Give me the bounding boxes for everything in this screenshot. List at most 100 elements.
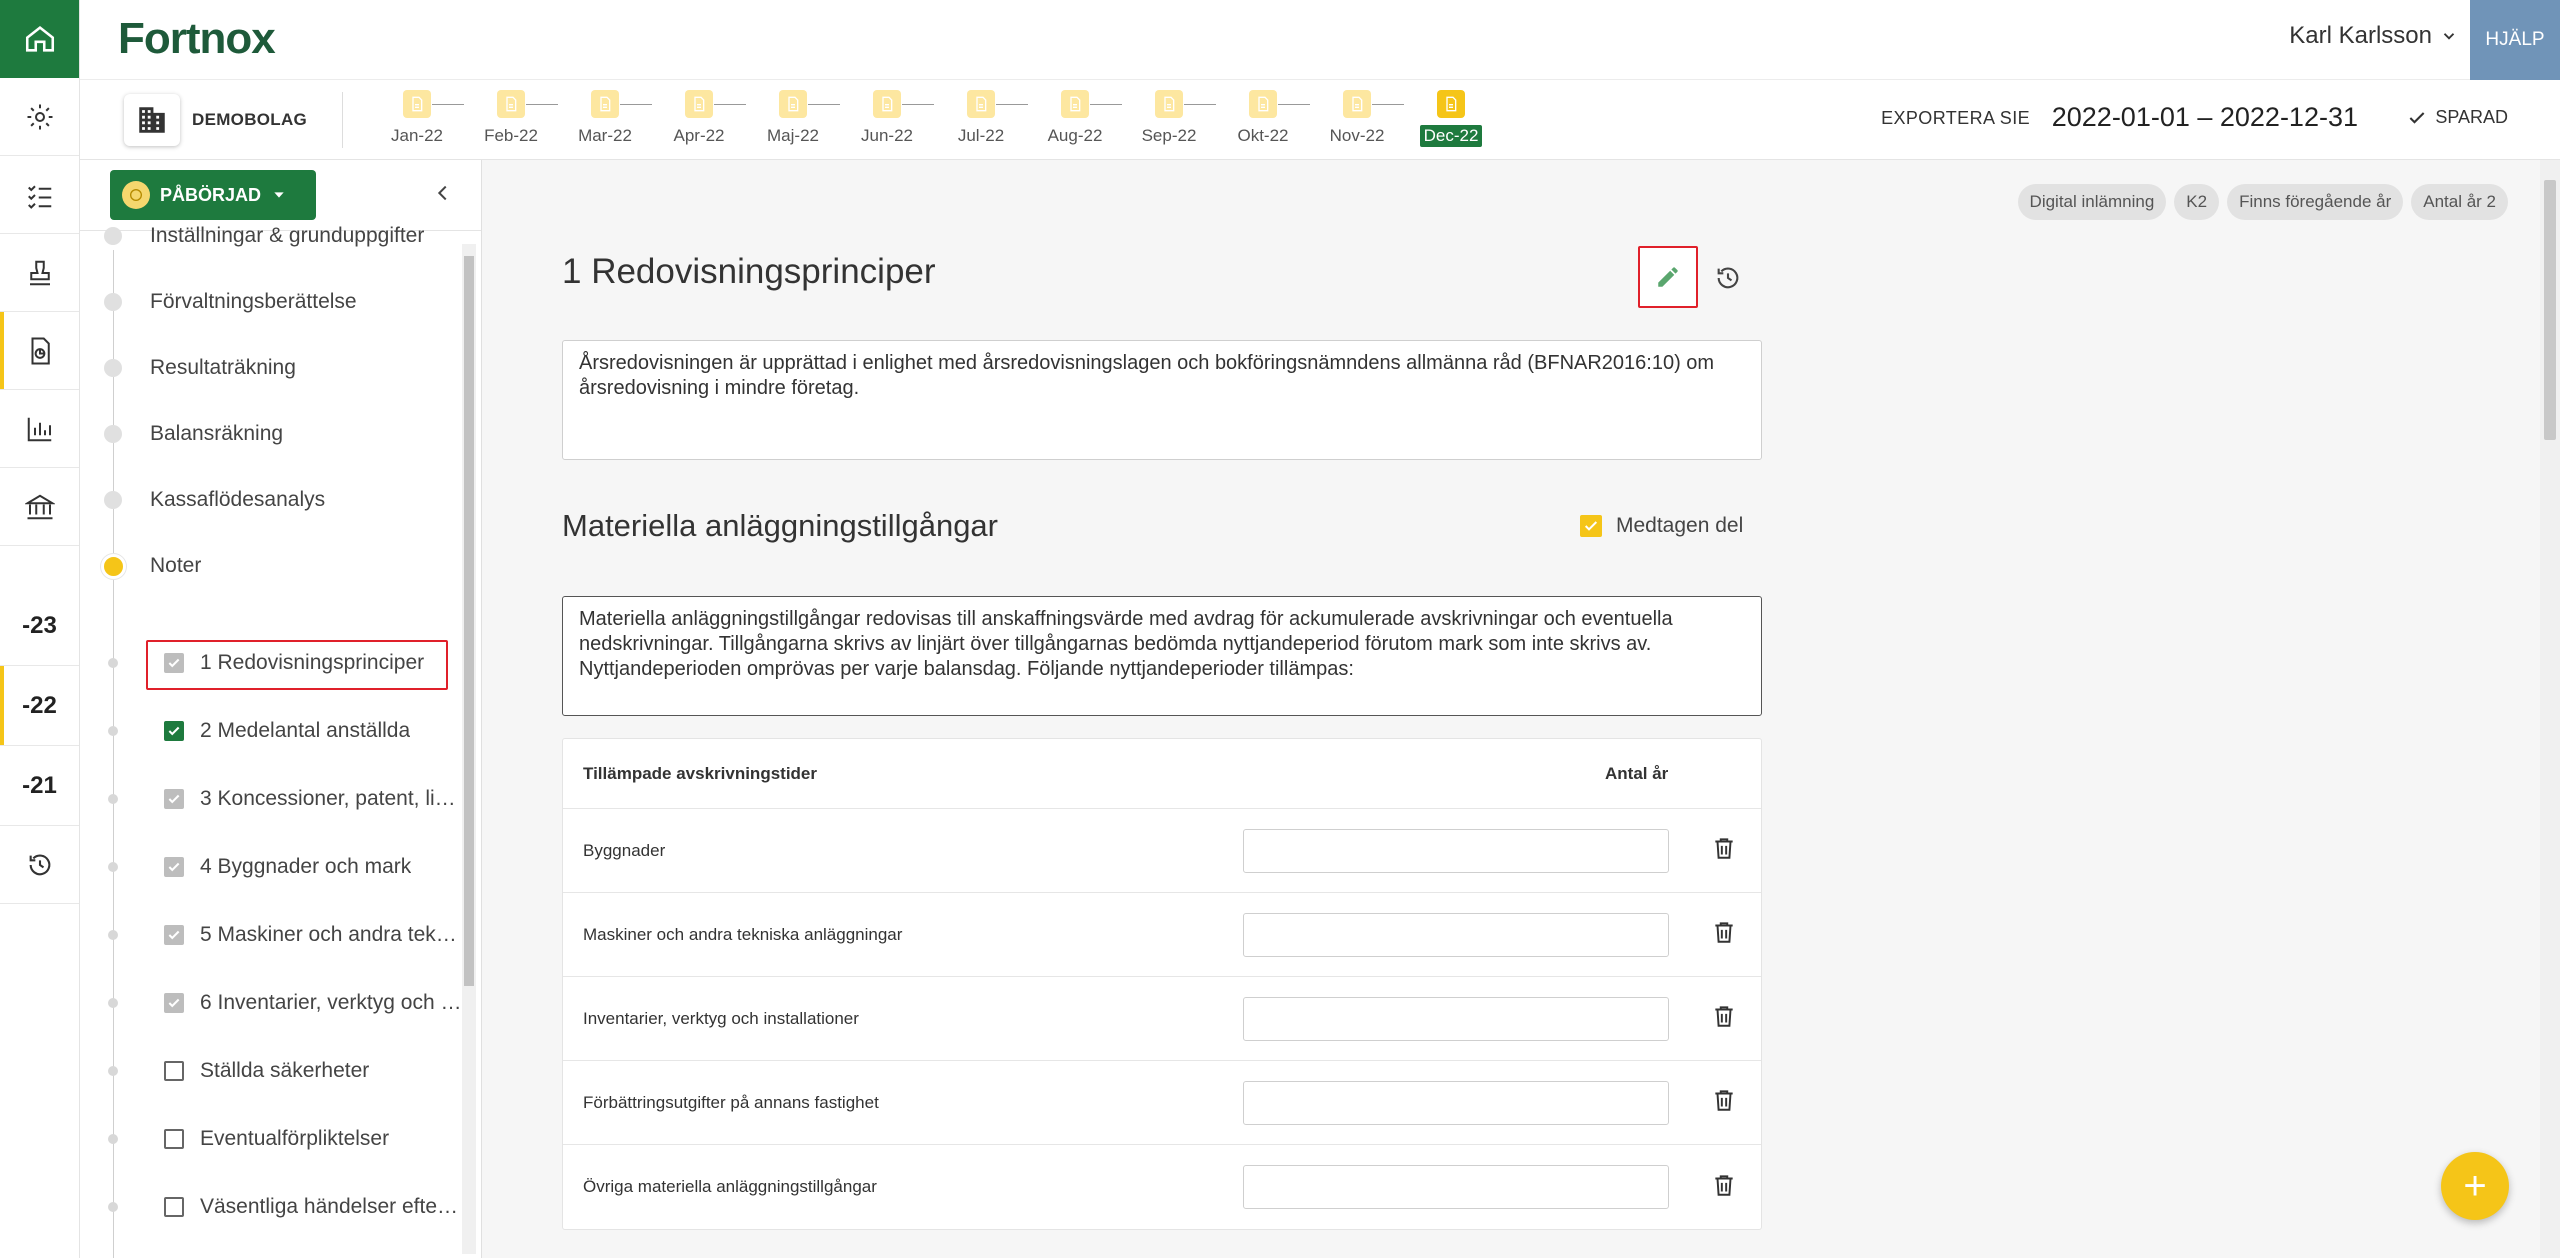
checklist-button[interactable] [0,156,79,234]
edit-button[interactable] [1638,246,1698,308]
years-input[interactable] [1243,912,1669,957]
sidebar-note-7[interactable]: Ställda säkerheter [80,1051,460,1091]
row-label: Förbättringsutgifter på annans fastighet [583,1092,879,1112]
table-body: Byggnader Maskiner och andra tekniska anl… [563,809,1761,1229]
settings-button[interactable] [0,78,79,156]
sidebar-scroll-thumb[interactable] [464,256,474,986]
month-aug-22[interactable]: Aug-22 [1028,90,1122,150]
note-checkbox[interactable] [164,1129,184,1149]
step-dot [108,862,118,872]
sidebar-item-2[interactable]: Resultaträkning [80,348,460,388]
month-feb-22[interactable]: Feb-22 [464,90,558,150]
caret-down-icon [274,192,284,198]
nav-timeline-line [113,250,114,1258]
sidebar-scrollbar[interactable] [462,244,476,1254]
sidebar-item-label: Förvaltningsberättelse [150,290,357,313]
month-jul-22[interactable]: Jul-22 [934,90,1028,150]
note-checkbox[interactable] [164,1061,184,1081]
add-fab-button[interactable]: + [2441,1152,2509,1220]
collapse-sidebar-button[interactable] [432,182,454,209]
fiscal-period[interactable]: 2022-01-01 – 2022-12-31 [2052,102,2358,133]
company-selector[interactable]: DEMOBOLAG [124,94,307,146]
user-menu[interactable]: Karl Karlsson [2289,22,2458,50]
month-okt-22[interactable]: Okt-22 [1216,90,1310,150]
delete-row-button[interactable] [1711,1003,1737,1034]
timeline-connector [1090,104,1122,105]
stamp-button[interactable] [0,234,79,312]
toolbar: DEMOBOLAG Jan-22 Feb-22 Mar-22 Apr-22 Maj-22… [80,80,2560,160]
year-label: -22 [22,691,57,719]
years-input[interactable] [1243,996,1669,1041]
note-checkbox[interactable] [164,993,184,1013]
note-checkbox[interactable] [164,789,184,809]
month-sep-22[interactable]: Sep-22 [1122,90,1216,150]
note-checkbox[interactable] [164,1197,184,1217]
sidebar-note-label: 5 Maskiner och andra tekniska anläggning… [200,923,462,946]
delete-row-button[interactable] [1711,1087,1737,1118]
sidebar-note-9[interactable]: Väsentliga händelser efter räkenskapsåre… [80,1187,462,1227]
step-dot [104,359,122,377]
year-21[interactable]: -21 [0,746,79,826]
export-sie-button[interactable]: EXPORTERA SIE [1881,108,2030,129]
step-dot [108,794,118,804]
note-checkbox[interactable] [164,857,184,877]
month-dec-22[interactable]: Dec-22 [1404,90,1498,150]
year-22[interactable]: -22 [0,666,79,746]
home-button[interactable] [0,0,79,78]
chart-button[interactable] [0,390,79,468]
status-label: PÅBÖRJAD [160,184,262,205]
chart-icon [27,417,51,441]
sidebar-note-4[interactable]: 4 Byggnader och mark [80,847,460,887]
month-jun-22[interactable]: Jun-22 [840,90,934,150]
note-checkbox[interactable] [164,925,184,945]
month-jan-22[interactable]: Jan-22 [370,90,464,150]
help-button[interactable]: HJÄLP [2470,0,2560,80]
sidebar-note-5[interactable]: 5 Maskiner och andra tekniska anläggning… [80,915,462,955]
bank-button[interactable] [0,468,79,546]
main-scroll-thumb[interactable] [2544,180,2556,440]
annual-report-button[interactable] [0,312,79,390]
checklist-icon [27,185,51,209]
step-dot [108,1134,118,1144]
month-apr-22[interactable]: Apr-22 [652,90,746,150]
sidebar-note-8[interactable]: Eventualförpliktelser [80,1119,460,1159]
principles-textarea[interactable]: Årsredovisningen är upprättad i enlighet… [562,340,1762,460]
years-input[interactable] [1243,1165,1669,1209]
sidebar-item-4[interactable]: Kassaflödesanalys [80,480,460,520]
sidebar-note-2[interactable]: 2 Medelantal anställda [80,711,460,751]
sidebar-note-6[interactable]: 6 Inventarier, verktyg och installatione… [80,983,462,1023]
year-23[interactable]: -23 [0,586,79,666]
document-icon [1343,90,1371,118]
row-label: Maskiner och andra tekniska anläggningar [583,924,903,944]
delete-row-button[interactable] [1711,835,1737,866]
month-label: Jul-22 [957,126,1005,145]
column-header: Tillämpade avskrivningstider [583,763,817,783]
sidebar-item-5[interactable]: Noter [80,546,460,586]
sidebar-item-label: Inställningar & grunduppgifter [150,224,425,247]
month-timeline: Jan-22 Feb-22 Mar-22 Apr-22 Maj-22 Jun-22 Jul-… [370,90,1498,150]
month-maj-22[interactable]: Maj-22 [746,90,840,150]
delete-row-button[interactable] [1711,1172,1737,1203]
sidebar-item-3[interactable]: Balansräkning [80,414,460,454]
history-icon [29,854,50,875]
status-dropdown[interactable]: PÅBÖRJAD [110,170,316,220]
sidebar-item-1[interactable]: Förvaltningsberättelse [80,282,460,322]
month-nov-22[interactable]: Nov-22 [1310,90,1404,150]
saved-status: SPARAD [2407,107,2508,128]
sidebar-item-0[interactable]: Inställningar & grunduppgifter [80,216,460,256]
document-icon [403,90,431,118]
included-checkbox[interactable]: Medtagen del [1580,514,1743,538]
fortnox-logo[interactable]: Fortnox [118,14,276,64]
history-button[interactable] [1714,264,1742,297]
years-input[interactable] [1243,1080,1669,1125]
main-scrollbar[interactable] [2540,160,2560,1258]
sidebar-item-label: Resultaträkning [150,356,296,379]
sidebar-note-3[interactable]: 3 Koncessioner, patent, licenser [80,779,462,819]
month-mar-22[interactable]: Mar-22 [558,90,652,150]
assets-textarea[interactable]: Materiella anläggningstillgångar redovis… [562,596,1762,716]
note-checkbox[interactable] [164,721,184,741]
history-rail-button[interactable] [0,826,79,904]
timeline-connector [996,104,1028,105]
delete-row-button[interactable] [1711,919,1737,950]
years-input[interactable] [1243,828,1669,873]
